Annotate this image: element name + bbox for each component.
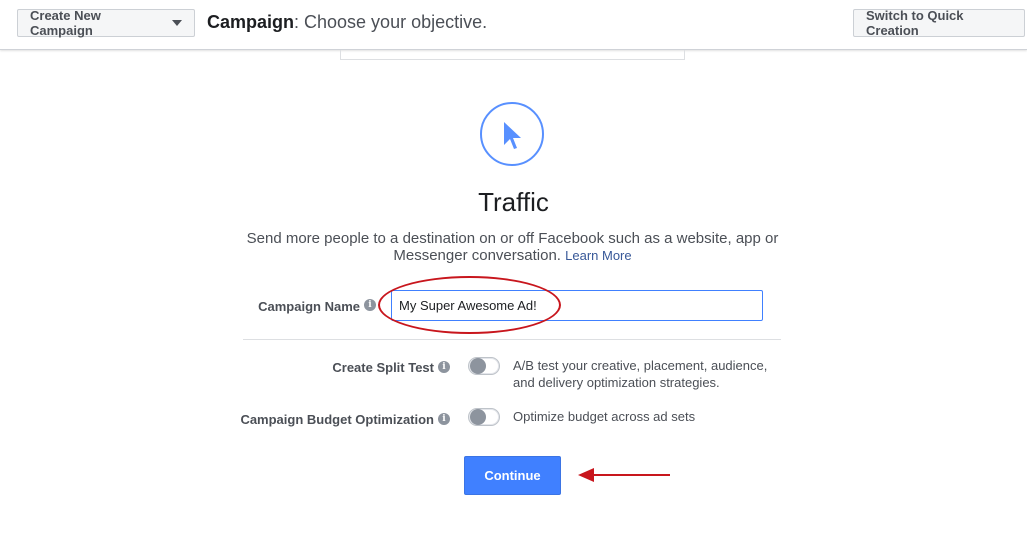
- budget-optimization-description: Optimize budget across ad sets: [513, 409, 696, 424]
- form-divider: [243, 339, 781, 340]
- create-new-campaign-label: Create New Campaign: [30, 8, 101, 38]
- learn-more-link[interactable]: Learn More: [565, 248, 631, 263]
- page-title-bold: Campaign: [207, 12, 295, 32]
- budget-optimization-toggle[interactable]: [468, 408, 500, 426]
- split-test-label: Create Split Test: [332, 360, 434, 375]
- annotation-red-arrow: [578, 468, 670, 482]
- create-new-campaign-dropdown[interactable]: Create New Campaign: [17, 8, 195, 38]
- top-header-bar: Create New Campaign Campaign: Choose you…: [0, 0, 1027, 50]
- objective-grid-bottom-edge: [340, 50, 685, 60]
- cursor-arrow-icon: [480, 102, 544, 166]
- split-test-description: A/B test your creative, placement, audie…: [513, 358, 768, 390]
- objective-title: Traffic: [478, 187, 549, 217]
- split-test-toggle[interactable]: [468, 357, 500, 375]
- objective-description-text: Send more people to a destination on or …: [246, 230, 779, 264]
- campaign-name-input[interactable]: [391, 290, 763, 321]
- switch-to-quick-creation-label: Switch to Quick Creation: [866, 8, 964, 38]
- info-icon[interactable]: i: [438, 413, 450, 425]
- campaign-name-label: Campaign Name: [258, 299, 360, 314]
- continue-button[interactable]: Continue: [464, 456, 561, 495]
- budget-optimization-label: Campaign Budget Optimization: [240, 412, 434, 427]
- objective-description: Send more people to a destination on or …: [245, 230, 780, 264]
- page-title-rest: : Choose your objective.: [294, 12, 488, 32]
- page-title: Campaign: Choose your objective.: [207, 12, 487, 33]
- info-icon[interactable]: i: [438, 361, 450, 373]
- info-icon[interactable]: i: [364, 299, 376, 311]
- cursor-arrow-glyph: [504, 122, 521, 149]
- caret-down-icon: [172, 20, 182, 26]
- campaign-objective-page: Create New Campaign Campaign: Choose you…: [0, 0, 1027, 545]
- switch-to-quick-creation-button[interactable]: Switch to Quick Creation: [853, 8, 1025, 38]
